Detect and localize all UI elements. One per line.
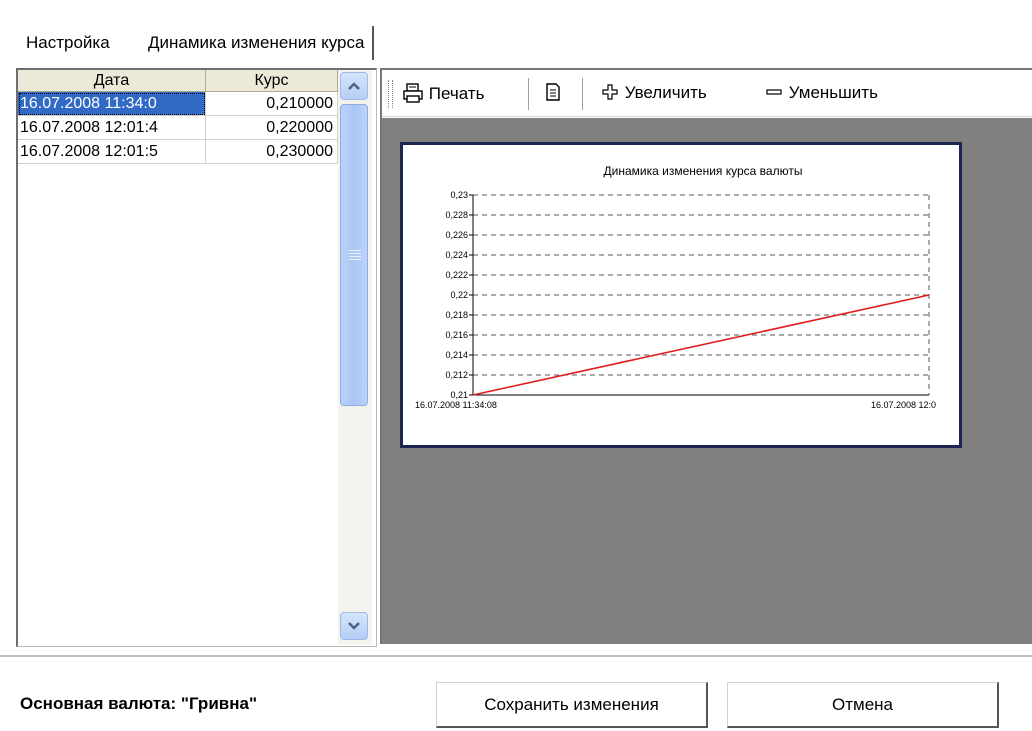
table-row[interactable]: 16.07.2008 12:01:5 0,230000 — [18, 140, 338, 164]
grid-header: Дата Курс — [18, 70, 338, 92]
base-currency-label: Основная валюта: "Гривна" — [20, 694, 258, 713]
printer-icon — [403, 83, 423, 103]
zoom-in-label: Увеличить — [624, 83, 707, 102]
rate-chart: Динамика изменения курса валюты 0,21 0,21… — [415, 164, 936, 410]
minus-icon — [766, 89, 782, 95]
date-cell[interactable]: 16.07.2008 11:34:0 — [18, 92, 206, 116]
chevron-down-icon — [348, 622, 360, 630]
scroll-thumb[interactable] — [340, 104, 368, 406]
rate-cell[interactable]: 0,210000 — [206, 92, 338, 116]
vertical-scrollbar[interactable] — [338, 70, 372, 644]
scroll-down-button[interactable] — [340, 612, 368, 640]
zoom-out-button[interactable]: Уменьшить — [764, 82, 878, 104]
y-tick-label: 0,224 — [445, 250, 468, 260]
y-tick-label: 0,218 — [445, 310, 468, 320]
print-label: Печать — [428, 84, 485, 103]
rate-cell[interactable]: 0,220000 — [206, 116, 338, 140]
series-line — [472, 294, 930, 396]
y-tick-label: 0,222 — [445, 270, 468, 280]
y-tick-label: 0,212 — [445, 370, 468, 380]
rates-grid[interactable]: Дата Курс 16.07.2008 11:34:0 0,210000 16… — [16, 68, 377, 647]
chart-title: Динамика изменения курса валюты — [604, 164, 803, 178]
zoom-out-label: Уменьшить — [788, 83, 878, 102]
print-button[interactable]: Печать — [402, 82, 484, 104]
cancel-button[interactable]: Отмена — [727, 682, 999, 728]
chart-page: Динамика изменения курса валюты 0,21 0,21… — [400, 142, 962, 448]
preview-toolbar: Печать Увеличить Уменьшить — [382, 70, 1032, 117]
date-cell[interactable]: 16.07.2008 12:01:4 — [18, 116, 206, 140]
footer-divider — [0, 655, 1032, 657]
y-tick-label: 0,226 — [445, 230, 468, 240]
table-row[interactable]: 16.07.2008 11:34:0 0,210000 — [18, 92, 338, 116]
tab-rate-dynamics[interactable]: Динамика изменения курса — [140, 26, 375, 60]
toolbar-separator — [528, 78, 529, 110]
y-tick-label: 0,21 — [450, 390, 468, 400]
x-tick-label: 16.07.2008 11:34:08 — [415, 400, 497, 410]
y-tick-label: 0,22 — [450, 290, 468, 300]
plus-icon — [602, 84, 618, 100]
toolbar-separator — [582, 78, 583, 110]
date-cell[interactable]: 16.07.2008 12:01:5 — [18, 140, 206, 164]
chevron-up-icon — [348, 82, 360, 90]
y-tick-label: 0,23 — [450, 190, 468, 200]
rate-cell[interactable]: 0,230000 — [206, 140, 338, 164]
y-tick-label: 0,228 — [445, 210, 468, 220]
preview-canvas[interactable]: Динамика изменения курса валюты 0,21 0,21… — [382, 118, 1032, 644]
zoom-in-button[interactable]: Увеличить — [600, 82, 707, 104]
document-icon — [546, 83, 560, 101]
scroll-up-button[interactable] — [340, 72, 368, 100]
column-header-rate[interactable]: Курс — [206, 70, 338, 92]
y-tick-label: 0,216 — [445, 330, 468, 340]
y-tick-label: 0,214 — [445, 350, 468, 360]
chart-preview-panel: Печать Увеличить Уменьшить Динамика изме… — [380, 68, 1032, 644]
tab-settings[interactable]: Настройка — [16, 26, 120, 60]
x-tick-label: 16.07.2008 12:0 — [871, 400, 936, 410]
table-row[interactable]: 16.07.2008 12:01:4 0,220000 — [18, 116, 338, 140]
column-header-date[interactable]: Дата — [18, 70, 206, 92]
page-setup-button[interactable] — [544, 82, 562, 104]
toolbar-grip[interactable] — [388, 80, 393, 108]
save-changes-button[interactable]: Сохранить изменения — [436, 682, 708, 728]
